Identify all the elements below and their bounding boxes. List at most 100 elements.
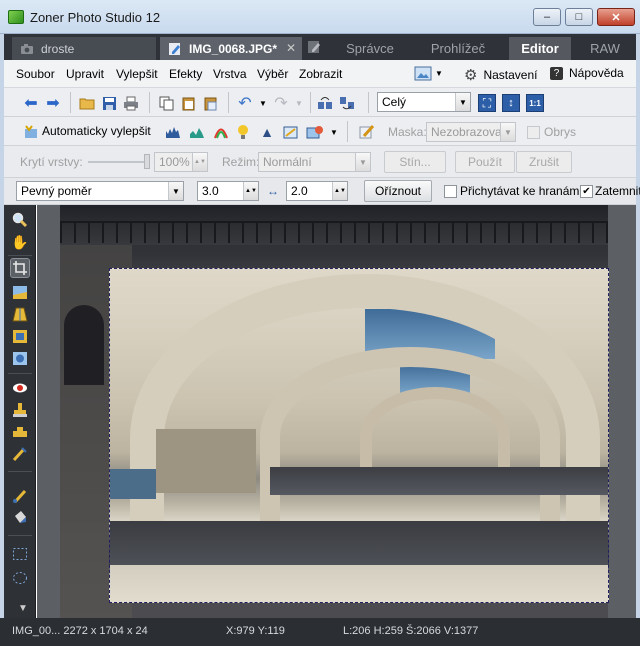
menu-vrstva[interactable]: Vrstva bbox=[213, 67, 247, 81]
tab-editor[interactable]: Editor bbox=[509, 37, 571, 60]
auto-enhance-icon[interactable] bbox=[22, 123, 40, 141]
zoom-tool-icon[interactable] bbox=[11, 211, 29, 229]
crop-height-input[interactable]: 2.0 ▲▼ bbox=[286, 181, 348, 201]
bulb-icon[interactable] bbox=[234, 123, 252, 141]
undo-icon[interactable]: ↶ bbox=[236, 94, 254, 112]
menu-vylepsit[interactable]: Vylepšit bbox=[116, 67, 158, 81]
opacity-input[interactable]: 100% ▲▼ bbox=[154, 152, 208, 172]
apply-button[interactable]: Použít bbox=[455, 151, 515, 173]
retouch-brush-icon[interactable] bbox=[11, 445, 29, 463]
crop-button[interactable]: Oříznout bbox=[364, 180, 432, 202]
chevron-down-icon: ▼ bbox=[455, 93, 470, 111]
fit-window-icon[interactable]: ⛶ bbox=[478, 94, 496, 112]
opacity-value: 100% bbox=[159, 155, 190, 169]
healing-brush-icon[interactable] bbox=[11, 423, 29, 441]
gear-icon: ⚙ bbox=[464, 67, 478, 84]
mask-select[interactable]: Nezobrazovat ▼ bbox=[426, 122, 516, 142]
fit-height-icon[interactable]: ↕ bbox=[502, 94, 520, 112]
crop-tool-icon[interactable] bbox=[10, 258, 30, 278]
minimize-button[interactable]: – bbox=[533, 8, 561, 26]
window-title: Zoner Photo Studio 12 bbox=[30, 10, 161, 25]
main-toolbar: ⬅ ➡ ↶ ▼ ↷ ▼ Celý ▼ ⛶ ↕ 1:1 bbox=[4, 88, 636, 117]
image-view-dropdown[interactable]: ▼ bbox=[414, 66, 443, 81]
outline-checkbox[interactable] bbox=[527, 126, 540, 139]
tab-raw[interactable]: RAW bbox=[579, 37, 631, 60]
maximize-button[interactable]: □ bbox=[565, 8, 593, 26]
print-icon[interactable] bbox=[122, 94, 140, 112]
clone-stamp-icon[interactable] bbox=[11, 401, 29, 419]
help-button[interactable]: ? Nápověda bbox=[550, 66, 624, 80]
opacity-slider[interactable] bbox=[88, 161, 148, 163]
zoom-select[interactable]: Celý ▼ bbox=[377, 92, 471, 112]
paste-icon[interactable] bbox=[179, 94, 197, 112]
shadow-button[interactable]: Stín... bbox=[384, 151, 446, 173]
auto-enhance-button[interactable]: Automaticky vylepšit bbox=[42, 124, 151, 138]
opacity-slider-thumb[interactable] bbox=[144, 154, 150, 169]
straighten-horizon-icon[interactable] bbox=[11, 283, 29, 301]
back-arrow-icon[interactable]: ⬅ bbox=[22, 94, 40, 112]
red-eye-icon[interactable] bbox=[11, 379, 29, 397]
menu-zobrazit[interactable]: Zobrazit bbox=[299, 67, 342, 81]
menu-vyber[interactable]: Výběr bbox=[257, 67, 288, 81]
rotate-right-icon[interactable] bbox=[338, 94, 356, 112]
fisheye-icon[interactable] bbox=[11, 349, 29, 367]
help-icon: ? bbox=[550, 66, 563, 80]
darken-checkbox[interactable]: ✔ bbox=[580, 185, 593, 198]
crop-dim-left bbox=[60, 268, 109, 618]
status-file-info: IMG_00... 2272 x 1704 x 24 bbox=[12, 625, 148, 637]
snap-to-edges-checkbox[interactable] bbox=[444, 185, 457, 198]
hand-tool-icon[interactable]: ✋ bbox=[11, 233, 29, 251]
app-logo-icon bbox=[8, 10, 24, 24]
lens-distortion-icon[interactable] bbox=[11, 327, 29, 345]
layer-toolbar: Krytí vrstvy: 100% ▲▼ Režim: Normální ▼ … bbox=[4, 146, 636, 178]
tab-prohlizec[interactable]: Prohlížeč bbox=[416, 37, 500, 60]
title-bar: Zoner Photo Studio 12 – □ ✕ bbox=[0, 0, 640, 34]
document-tab-strip: droste IMG_0068.JPG* ✕ Správce Prohlížeč… bbox=[4, 34, 636, 60]
filters-icon[interactable] bbox=[306, 123, 324, 141]
blend-mode-select[interactable]: Normální ▼ bbox=[258, 152, 371, 172]
close-tab-icon[interactable]: ✕ bbox=[286, 41, 296, 55]
forward-arrow-icon[interactable]: ➡ bbox=[44, 94, 62, 112]
edit-icon bbox=[168, 42, 182, 56]
enhance-toolbar: Automaticky vylepšit ▲ ▼ Maska: Nezobraz… bbox=[4, 117, 636, 146]
crop-selection[interactable] bbox=[109, 268, 609, 603]
curves-icon[interactable] bbox=[188, 123, 206, 141]
crop-width-input[interactable]: 3.0 ▲▼ bbox=[197, 181, 259, 201]
levels-icon[interactable] bbox=[164, 123, 182, 141]
rotate-left-icon[interactable] bbox=[316, 94, 334, 112]
tab-droste[interactable]: droste bbox=[12, 37, 156, 60]
open-folder-icon[interactable] bbox=[78, 94, 96, 112]
aspect-ratio-select[interactable]: Pevný poměr ▼ bbox=[16, 181, 184, 201]
rect-selection-icon[interactable] bbox=[11, 545, 29, 563]
status-cursor-position: X:979 Y:119 bbox=[226, 625, 285, 637]
perspective-icon[interactable] bbox=[11, 305, 29, 323]
menu-upravit[interactable]: Upravit bbox=[66, 67, 104, 81]
paste-special-icon[interactable] bbox=[201, 94, 219, 112]
mask-brush-icon[interactable] bbox=[358, 123, 376, 141]
filters-dropdown-icon[interactable]: ▼ bbox=[325, 123, 343, 141]
menu-efekty[interactable]: Efekty bbox=[169, 67, 202, 81]
menu-soubor[interactable]: Soubor bbox=[16, 67, 55, 81]
tab-label: droste bbox=[41, 41, 75, 56]
cancel-button[interactable]: Zrušit bbox=[516, 151, 572, 173]
crop-dim-bottom bbox=[109, 603, 608, 618]
copy-icon[interactable] bbox=[157, 94, 175, 112]
image-canvas[interactable] bbox=[37, 205, 636, 618]
settings-button[interactable]: ⚙ Nastavení bbox=[464, 66, 537, 84]
actual-size-icon[interactable]: 1:1 bbox=[526, 94, 544, 112]
sharpen-icon[interactable]: ▲ bbox=[258, 123, 276, 141]
undo-dropdown-icon[interactable]: ▼ bbox=[254, 94, 272, 112]
brush-icon[interactable] bbox=[11, 487, 29, 505]
color-balance-icon[interactable] bbox=[212, 123, 230, 141]
opacity-label: Krytí vrstvy: bbox=[20, 155, 83, 169]
swap-ratio-icon[interactable]: ↔ bbox=[264, 182, 282, 200]
tab-spravce[interactable]: Správce bbox=[334, 37, 406, 60]
close-window-button[interactable]: ✕ bbox=[597, 8, 635, 26]
tab-img-0068[interactable]: IMG_0068.JPG* ✕ bbox=[160, 37, 302, 60]
fill-bucket-icon[interactable] bbox=[11, 509, 29, 527]
blend-mode-label: Režim: bbox=[222, 155, 260, 169]
ellipse-selection-icon[interactable] bbox=[11, 569, 29, 587]
save-icon[interactable] bbox=[100, 94, 118, 112]
scroll-down-icon[interactable]: ▼ bbox=[18, 603, 28, 614]
crop-straighten-icon[interactable] bbox=[282, 123, 300, 141]
